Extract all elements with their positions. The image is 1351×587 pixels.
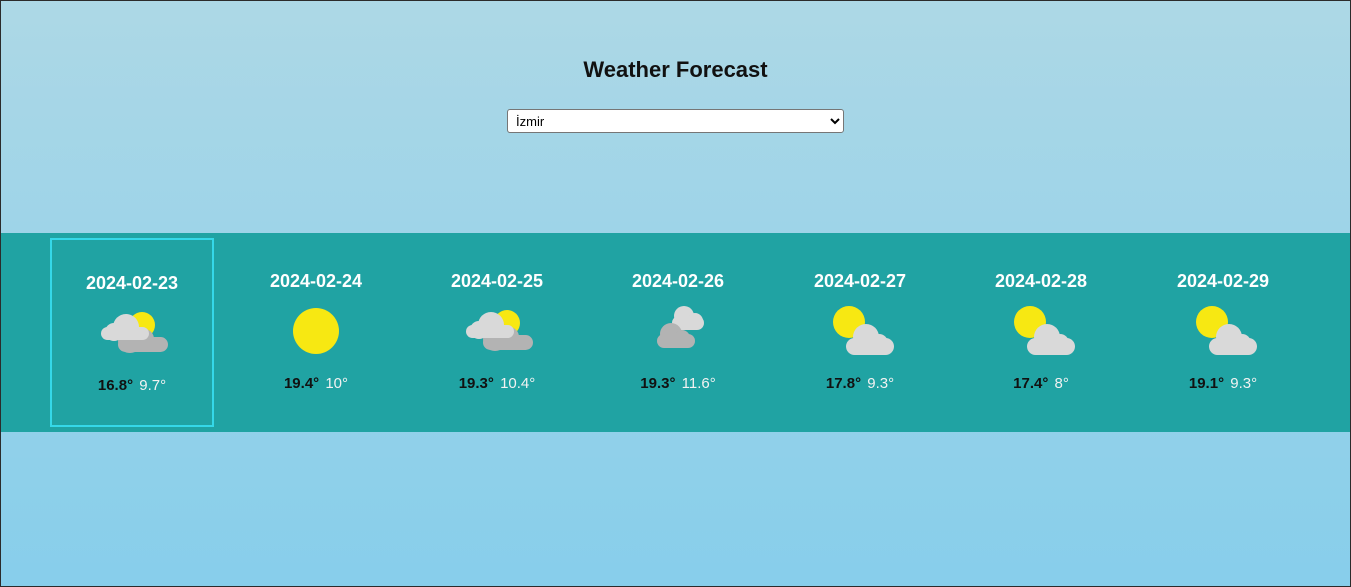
day-temps: 16.8° 9.7° bbox=[52, 377, 212, 394]
temp-min: 10.4° bbox=[500, 375, 536, 392]
day-card-2024-02-26[interactable]: 2024-02-26 19.3° 11.6° bbox=[596, 233, 760, 432]
day-date: 2024-02-27 bbox=[813, 271, 907, 291]
day-date: 2024-02-26 bbox=[631, 271, 725, 291]
day-temps: 19.3° 11.6° bbox=[596, 375, 760, 392]
day-date: 2024-02-24 bbox=[269, 271, 363, 291]
temp-min: 9.7° bbox=[139, 377, 167, 394]
day-date: 2024-02-28 bbox=[994, 271, 1088, 291]
day-temps: 19.4° 10° bbox=[234, 375, 398, 392]
page-title: Weather Forecast bbox=[583, 57, 768, 82]
partly-cloudy-sun-behind-icon bbox=[466, 310, 533, 351]
temp-min: 8° bbox=[1054, 375, 1069, 392]
day-date: 2024-02-25 bbox=[450, 271, 544, 291]
temp-max: 17.8° bbox=[825, 375, 862, 392]
city-select[interactable]: İzmir bbox=[507, 109, 844, 133]
sun-cloud-icon bbox=[833, 306, 894, 355]
day-date: 2024-02-29 bbox=[1176, 271, 1270, 291]
partly-cloudy-sun-behind-icon bbox=[101, 312, 168, 353]
temp-min: 9.3° bbox=[867, 375, 895, 392]
cloudy-icon bbox=[657, 306, 704, 348]
temp-max: 19.3° bbox=[458, 375, 494, 392]
sun-cloud-icon bbox=[1196, 306, 1257, 355]
day-temps: 19.3° 10.4° bbox=[415, 375, 579, 392]
temp-min: 10° bbox=[325, 375, 349, 392]
temp-max: 17.4° bbox=[1013, 375, 1049, 392]
day-card-2024-02-23[interactable]: 2024-02-23 16.8° 9.7° bbox=[50, 238, 214, 427]
sun-cloud-icon bbox=[1014, 306, 1075, 355]
temp-max: 19.3° bbox=[640, 375, 676, 392]
temp-min: 11.6° bbox=[681, 375, 716, 392]
temp-min: 9.3° bbox=[1230, 375, 1258, 392]
day-card-2024-02-28[interactable]: 2024-02-28 17.4° 8° bbox=[959, 233, 1123, 432]
day-card-2024-02-24[interactable]: 2024-02-24 19.4° 10° bbox=[234, 233, 398, 432]
sunny-icon bbox=[293, 308, 339, 354]
temp-max: 19.1° bbox=[1188, 375, 1225, 392]
forecast-strip: 2024-02-23 16.8° 9.7° 2024-02-24 19.4° 1… bbox=[1, 233, 1350, 432]
day-temps: 19.1° 9.3° bbox=[1141, 375, 1305, 392]
temp-max: 19.4° bbox=[283, 375, 320, 392]
day-card-2024-02-25[interactable]: 2024-02-25 19.3° 10.4° bbox=[415, 233, 579, 432]
day-date: 2024-02-23 bbox=[85, 273, 179, 293]
day-card-2024-02-27[interactable]: 2024-02-27 17.8° 9.3° bbox=[778, 233, 942, 432]
day-card-2024-02-29[interactable]: 2024-02-29 19.1° 9.3° bbox=[1141, 233, 1305, 432]
day-temps: 17.4° 8° bbox=[959, 375, 1123, 392]
day-temps: 17.8° 9.3° bbox=[778, 375, 942, 392]
temp-max: 16.8° bbox=[97, 377, 134, 394]
